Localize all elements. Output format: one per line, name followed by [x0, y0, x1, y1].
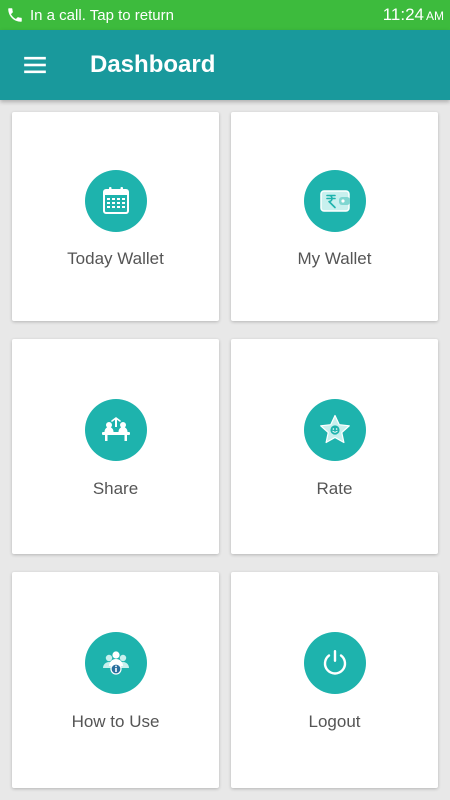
clock-ampm: AM: [426, 9, 444, 23]
rate-icon-circle: [303, 399, 366, 461]
my-wallet-label: My Wallet: [297, 249, 372, 268]
today-wallet-label: Today Wallet: [67, 249, 164, 268]
how-to-use-card[interactable]: How to Use: [12, 572, 219, 788]
share-icon-circle: [84, 399, 147, 461]
share-people-icon: [101, 417, 130, 441]
clock-time: 11:24: [382, 5, 424, 24]
star-icon: [319, 414, 350, 444]
today-wallet-icon-circle: [84, 170, 147, 232]
my-wallet-icon-circle: [303, 170, 366, 232]
phone-icon: [8, 8, 22, 22]
how-to-use-label: How to Use: [71, 712, 160, 731]
today-wallet-card[interactable]: Today Wallet: [12, 112, 219, 321]
menu-button[interactable]: [0, 30, 70, 100]
wallet-icon: [319, 190, 350, 212]
hamburger-menu-icon: [24, 56, 46, 74]
calendar-icon: [102, 187, 129, 214]
how-to-use-icon-circle: [84, 632, 147, 694]
share-label: Share: [92, 479, 139, 498]
logout-card[interactable]: Logout: [231, 572, 438, 788]
share-card[interactable]: Share: [12, 339, 219, 554]
app-bar: Dashboard: [0, 30, 450, 100]
status-bar[interactable]: In a call. Tap to return 11:24 AM: [0, 0, 450, 30]
rate-card[interactable]: Rate: [231, 339, 438, 554]
clock: 11:24 AM: [383, 5, 444, 25]
rate-label: Rate: [316, 479, 353, 498]
logout-label: Logout: [308, 712, 361, 731]
page-title: Dashboard: [90, 51, 216, 78]
logout-icon-circle: [303, 632, 366, 694]
my-wallet-card[interactable]: My Wallet: [231, 112, 438, 321]
power-icon: [323, 650, 346, 675]
help-users-icon: [102, 651, 129, 675]
call-status-text[interactable]: In a call. Tap to return: [30, 7, 174, 24]
